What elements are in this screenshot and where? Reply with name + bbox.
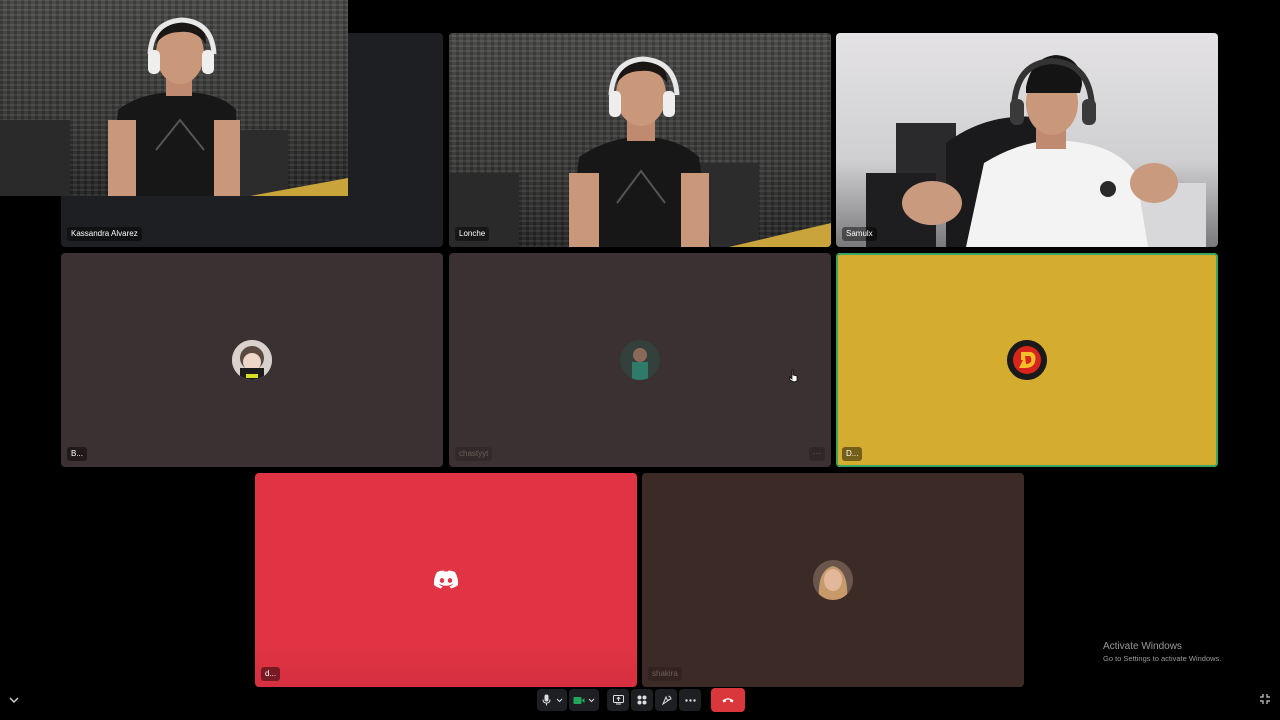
avatar — [232, 340, 272, 380]
watermark-subtitle: Go to Settings to activate Windows. — [1103, 654, 1222, 663]
participant-name: chastyyt — [455, 447, 493, 461]
chevron-down-icon — [556, 698, 562, 702]
microphone-button[interactable] — [537, 689, 567, 711]
person-video-silhouette — [0, 17, 348, 196]
soundboard-icon — [661, 695, 671, 705]
windows-activation-watermark: Activate Windows Go to Settings to activ… — [1103, 640, 1221, 664]
person-video-silhouette — [866, 55, 1206, 247]
avatar — [813, 560, 853, 600]
more-options-button[interactable] — [679, 689, 701, 711]
screen-share-icon — [612, 695, 624, 705]
person-video-silhouette — [449, 56, 831, 247]
participant-tile-chastyyt[interactable]: chastyyt ··· — [449, 253, 831, 467]
call-controls-bar — [537, 688, 745, 712]
more-options-icon[interactable]: ··· — [809, 447, 825, 461]
chevron-down-icon[interactable] — [9, 696, 19, 704]
avatar — [620, 340, 660, 380]
participant-name: d... — [261, 667, 281, 681]
participant-tile-b[interactable]: B... — [61, 253, 443, 467]
participant-name: Lonche — [455, 227, 490, 241]
participant-name: B... — [67, 447, 88, 461]
participant-name: D... — [842, 447, 863, 461]
activities-icon — [637, 695, 647, 705]
camera-button[interactable] — [569, 689, 599, 711]
avatar — [1007, 340, 1047, 380]
camera-icon — [573, 696, 585, 704]
chevron-down-icon — [588, 698, 595, 702]
fullscreen-icon[interactable] — [1259, 693, 1271, 705]
microphone-icon — [542, 694, 550, 706]
soundboard-button[interactable] — [655, 689, 677, 711]
watermark-title: Activate Windows — [1103, 641, 1182, 652]
participant-tile-samulx[interactable]: Samulx — [836, 33, 1218, 247]
screen-share-button[interactable] — [607, 689, 629, 711]
participant-name: Samulx — [842, 227, 877, 241]
participant-name: shakira — [648, 667, 682, 681]
participant-name: Kassandra Alvarez — [67, 227, 142, 241]
activities-button[interactable] — [631, 689, 653, 711]
discord-logo-icon — [433, 570, 459, 589]
participant-tile-lonche[interactable]: Lonche — [449, 33, 831, 247]
hang-up-button[interactable] — [711, 688, 745, 712]
mouse-cursor-icon — [789, 369, 798, 383]
participant-tile-d[interactable]: D... — [836, 253, 1218, 467]
more-options-icon — [684, 698, 696, 702]
self-view-video[interactable] — [0, 0, 348, 196]
participant-tile-discord[interactable]: d... — [255, 473, 637, 687]
participant-tile-shakira[interactable]: shakira — [642, 473, 1024, 687]
hang-up-icon — [722, 698, 734, 703]
